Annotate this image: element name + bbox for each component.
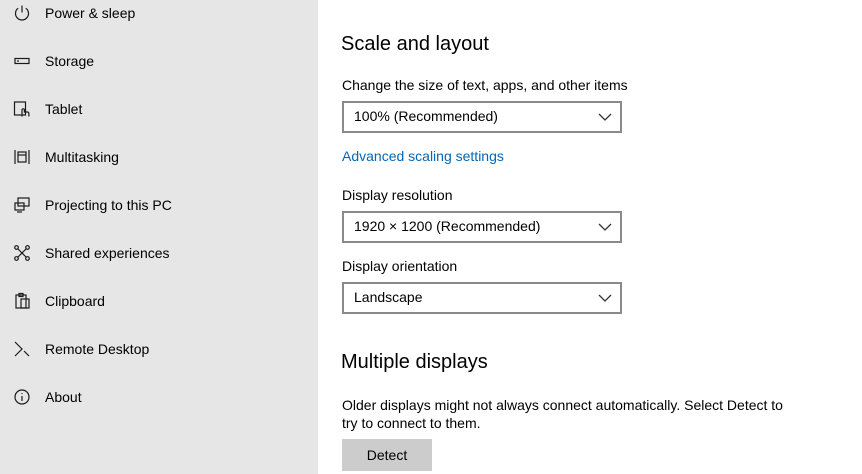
sidebar-item-shared-experiences[interactable]: Shared experiences [0, 233, 318, 273]
display-orientation-value: Landscape [354, 289, 423, 305]
power-icon [12, 3, 32, 23]
sidebar: Power & sleep Storage Tablet Multitaskin… [0, 0, 318, 474]
clipboard-icon [12, 291, 32, 311]
display-resolution-label: Display resolution [342, 187, 453, 203]
main-content: Scale and layout Change the size of text… [318, 0, 862, 474]
sidebar-item-label: Tablet [45, 101, 83, 117]
text-size-dropdown[interactable]: 100% (Recommended) [342, 101, 622, 133]
sidebar-item-label: Power & sleep [45, 5, 136, 21]
sidebar-item-label: Remote Desktop [45, 341, 150, 357]
display-orientation-label: Display orientation [342, 258, 458, 274]
sidebar-item-label: Multitasking [45, 149, 119, 165]
multiple-displays-heading: Multiple displays [341, 351, 488, 373]
chevron-down-icon [598, 110, 612, 124]
remote-desktop-icon [12, 339, 32, 359]
info-icon [12, 387, 32, 407]
sidebar-item-storage[interactable]: Storage [0, 41, 318, 81]
detect-button[interactable]: Detect [342, 439, 432, 471]
projecting-icon [12, 195, 32, 215]
multiple-displays-description: Older displays might not always connect … [342, 397, 783, 431]
sidebar-item-remote-desktop[interactable]: Remote Desktop [0, 329, 318, 369]
display-resolution-value: 1920 × 1200 (Recommended) [354, 218, 541, 234]
display-resolution-dropdown[interactable]: 1920 × 1200 (Recommended) [342, 211, 622, 243]
scale-layout-heading: Scale and layout [341, 33, 489, 55]
sidebar-item-label: Clipboard [45, 293, 105, 309]
chevron-down-icon [598, 220, 612, 234]
shared-experiences-icon [12, 243, 32, 263]
multitasking-icon [12, 147, 32, 167]
sidebar-item-label: Storage [45, 53, 95, 69]
sidebar-item-about[interactable]: About [0, 377, 318, 417]
sidebar-item-tablet[interactable]: Tablet [0, 89, 318, 129]
text-size-label: Change the size of text, apps, and other… [342, 77, 628, 93]
sidebar-item-label: Projecting to this PC [45, 197, 172, 213]
sidebar-item-clipboard[interactable]: Clipboard [0, 281, 318, 321]
sidebar-item-projecting[interactable]: Projecting to this PC [0, 185, 318, 225]
tablet-icon [12, 99, 32, 119]
sidebar-item-label: Shared experiences [45, 245, 170, 261]
sidebar-item-label: About [45, 389, 82, 405]
advanced-scaling-link[interactable]: Advanced scaling settings [342, 148, 504, 164]
text-size-value: 100% (Recommended) [354, 108, 498, 124]
display-orientation-dropdown[interactable]: Landscape [342, 282, 622, 314]
storage-icon [12, 51, 32, 71]
sidebar-item-power-sleep[interactable]: Power & sleep [0, 0, 318, 33]
chevron-down-icon [598, 291, 612, 305]
sidebar-item-multitasking[interactable]: Multitasking [0, 137, 318, 177]
